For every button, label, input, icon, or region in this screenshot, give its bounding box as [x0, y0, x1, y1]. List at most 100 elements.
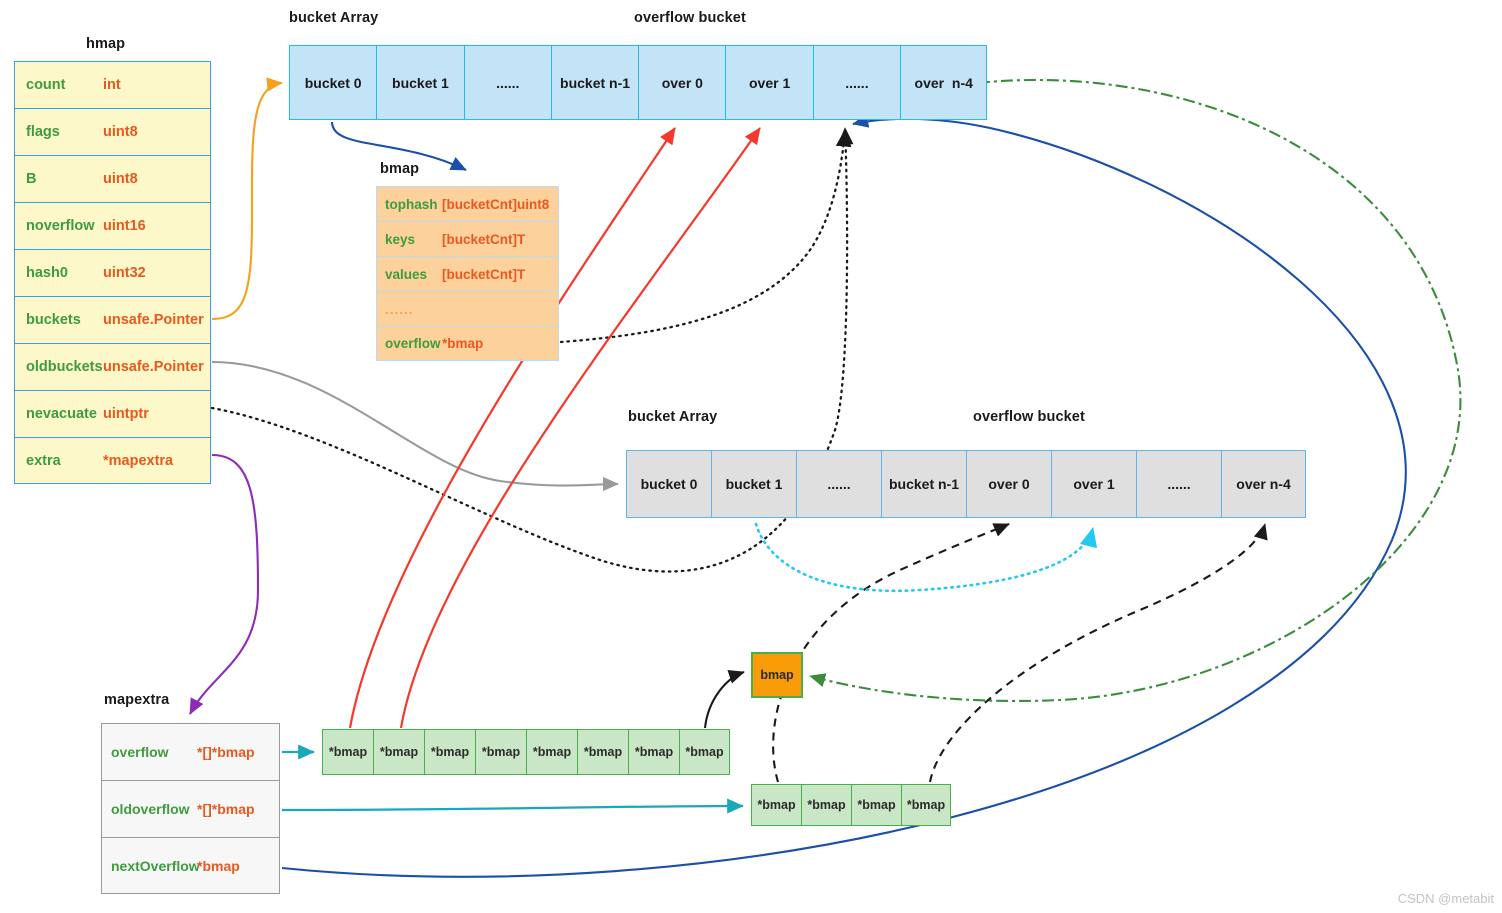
overflow-pointer-array-bottom: *bmap *bmap *bmap *bmap: [751, 784, 951, 826]
bucket-cell: bucket 1: [376, 45, 464, 120]
field-name: buckets: [26, 312, 81, 328]
edge-green-bottom-cell1-to-mid-over0: [772, 523, 1010, 783]
bmap-row-overflow: overflow *bmap: [376, 326, 559, 361]
overflow-cell: over 1: [725, 45, 813, 120]
bmap-pointer-cell: *bmap: [801, 784, 851, 826]
hmap-row-nevacuate: nevacuate uintptr: [14, 390, 211, 437]
bmap-row-keys: keys [bucketCnt]T: [376, 221, 559, 256]
bmap-pointer-cell: *bmap: [901, 784, 951, 826]
edge-green-bottom-cell4-to-mid-over-n4: [928, 523, 1268, 783]
edge-bmap-overflow-to-top-array: [559, 128, 852, 344]
field-type: [bucketCnt]T: [442, 231, 526, 247]
field-name: overflow: [385, 336, 441, 351]
hmap-row-count: count int: [14, 61, 211, 108]
edge-green-top-last-to-bmap-node: [703, 670, 745, 729]
field-type: uint16: [103, 218, 146, 234]
field-type: [bucketCnt]T: [442, 266, 526, 282]
field-name: flags: [26, 124, 60, 140]
caption-hmap: hmap: [86, 36, 126, 52]
hmap-row-oldbuckets: oldbuckets unsafe.Pointer: [14, 343, 211, 390]
bmap-pointer-cell: *bmap: [679, 729, 730, 775]
field-type: uint32: [103, 265, 146, 281]
overflow-pointer-array-top: *bmap *bmap *bmap *bmap *bmap *bmap *bma…: [322, 729, 730, 775]
field-type: unsafe.Pointer: [103, 312, 204, 328]
field-name: overflow: [111, 744, 169, 760]
field-name: extra: [26, 452, 61, 469]
mapextra-row-overflow: overflow *[]*bmap: [101, 723, 280, 780]
bucket-cell: bucket n-1: [881, 450, 966, 518]
diagram-canvas: hmap bmap mapextra bucket Array overflow…: [0, 0, 1502, 913]
bmap-struct: tophash [bucketCnt]uint8 keys [bucketCnt…: [376, 186, 559, 361]
edge-mid-bucket1-to-mid-over1: [754, 522, 1098, 593]
edge-extra-to-mapextra: [189, 453, 260, 715]
field-name: count: [26, 77, 66, 93]
mapextra-struct: overflow *[]*bmap oldoverflow *[]*bmap n…: [101, 723, 280, 894]
field-name: tophash: [385, 196, 438, 212]
bmap-pointer-cell: *bmap: [322, 729, 373, 775]
bucket-cell: bucket 1: [711, 450, 796, 518]
caption-bmap: bmap: [380, 161, 420, 177]
bucket-cell: bucket n-1: [550, 45, 639, 120]
bmap-node: bmap: [751, 652, 803, 698]
bucket-cell: ......: [463, 45, 551, 120]
hmap-row-hash0: hash0 uint32: [14, 249, 211, 296]
field-type: *bmap: [442, 336, 484, 351]
field-name: keys: [385, 231, 416, 247]
bmap-pointer-cell: *bmap: [526, 729, 577, 775]
caption-bucket-array-top: bucket Array: [289, 10, 379, 26]
bmap-pointer-cell: *bmap: [751, 784, 801, 826]
field-type: uint8: [103, 171, 138, 187]
bmap-pointer-cell: *bmap: [628, 729, 679, 775]
field-type: uint8: [103, 124, 138, 140]
field-name: noverflow: [26, 218, 95, 234]
bmap-row-tophash: tophash [bucketCnt]uint8: [376, 186, 559, 221]
hmap-row-flags: flags uint8: [14, 108, 211, 155]
field-name: hash0: [26, 265, 68, 281]
field-name: values: [385, 266, 428, 282]
caption-mapextra: mapextra: [104, 692, 170, 708]
overflow-cell: over 1: [1051, 450, 1136, 518]
field-type: *[]*bmap: [197, 744, 255, 760]
caption-overflow-bucket-mid: overflow bucket: [973, 409, 1085, 425]
hmap-row-extra: extra *mapextra: [14, 437, 211, 484]
field-name: ......: [385, 301, 414, 317]
field-name: B: [26, 171, 37, 187]
edge-over-n4-to-bmap-node: [809, 79, 1462, 703]
field-type: *mapextra: [103, 452, 174, 469]
field-type: int: [103, 77, 121, 93]
hmap-row-b: B uint8: [14, 155, 211, 202]
mapextra-row-nextoverflow: nextOverflow *bmap: [101, 837, 280, 894]
bmap-pointer-cell: *bmap: [577, 729, 628, 775]
bmap-pointer-cell: *bmap: [373, 729, 424, 775]
overflow-cell: over n-4: [900, 45, 988, 120]
overflow-cell: over n-4: [1221, 450, 1306, 518]
bucket-cell: bucket 0: [626, 450, 711, 518]
bucket-array-top: bucket 0 bucket 1 ...... bucket n-1 over…: [289, 45, 988, 120]
edge-oldbuckets-to-old-bucket0: [211, 360, 619, 492]
caption-overflow-bucket-top: overflow bucket: [634, 10, 746, 26]
field-type: uintptr: [103, 406, 149, 422]
field-name: nextOverflow: [111, 857, 200, 874]
field-type: [bucketCnt]uint8: [442, 196, 550, 212]
field-name: oldbuckets: [26, 359, 103, 375]
overflow-cell: over 0: [966, 450, 1051, 518]
watermark: CSDN @metabit: [1397, 891, 1494, 906]
edge-buckets-to-bucket0: [211, 77, 283, 321]
bmap-row-values: values [bucketCnt]T: [376, 256, 559, 291]
bucket-cell: bucket 0: [289, 45, 377, 120]
bmap-pointer-cell: *bmap: [475, 729, 526, 775]
bmap-pointer-cell: *bmap: [851, 784, 901, 826]
overflow-cell: ......: [1136, 450, 1221, 518]
bucket-array-mid: bucket 0 bucket 1 ...... bucket n-1 over…: [626, 450, 1306, 518]
field-type: *bmap: [197, 857, 240, 874]
field-type: *[]*bmap: [197, 801, 255, 817]
field-name: oldoverflow: [111, 801, 190, 817]
overflow-cell: over 0: [638, 45, 726, 120]
overflow-cell: ......: [812, 45, 901, 120]
caption-bucket-array-mid: bucket Array: [628, 409, 718, 425]
mapextra-row-oldoverflow: oldoverflow *[]*bmap: [101, 780, 280, 837]
bmap-row-ellipsis: ......: [376, 291, 559, 326]
field-name: nevacuate: [26, 406, 97, 422]
hmap-row-noverflow: noverflow uint16: [14, 202, 211, 249]
hmap-struct: count int flags uint8 B uint8 noverflow …: [14, 61, 211, 484]
